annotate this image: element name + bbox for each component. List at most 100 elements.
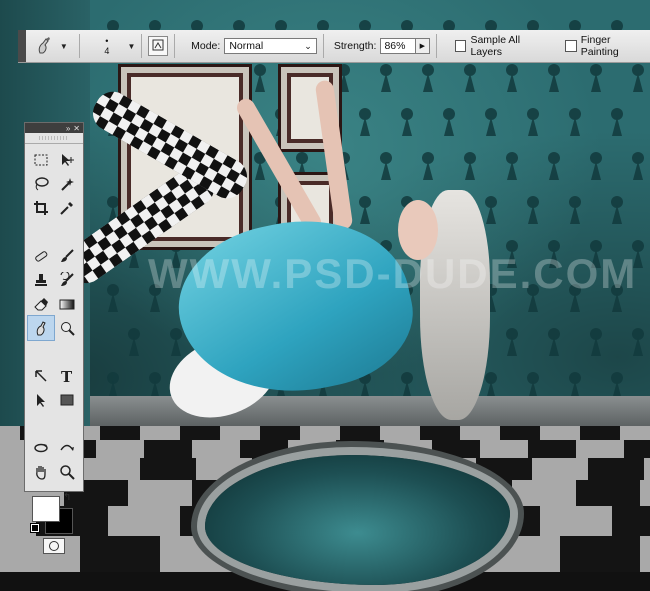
strength-input[interactable]: 86% (380, 38, 416, 54)
tools-panel-grip[interactable] (25, 133, 83, 144)
sample-all-layers-checkbox[interactable]: Sample All Layers (454, 34, 553, 58)
floor-tile (528, 440, 576, 458)
strength-slider-button[interactable]: ▶ (415, 38, 430, 54)
path-selection-tool[interactable] (28, 388, 54, 412)
quick-mask-icon (49, 541, 59, 551)
finger-painting-checkbox[interactable]: Finger Painting (564, 34, 650, 58)
keyhole-icon (462, 64, 478, 92)
mode-select[interactable]: Normal ⌄ (224, 38, 317, 54)
keyhole-icon (378, 64, 394, 92)
floor-tile (540, 506, 612, 536)
pen-tool[interactable] (28, 364, 54, 388)
document-canvas[interactable]: WWW.PSD-DUDE.COM (0, 0, 650, 591)
history-brush-tool[interactable] (54, 268, 80, 292)
finger-painting-label: Finger Painting (580, 34, 619, 58)
keyhole-icon (399, 108, 415, 136)
keyhole-icon (105, 284, 121, 312)
floor-tile (100, 426, 140, 440)
type-tool[interactable]: T (54, 364, 80, 388)
floor-tile (84, 458, 140, 480)
checkbox-box[interactable] (564, 40, 577, 52)
tool-options-bar: ▼ • 4 ▼ Mode: Normal ⌄ Strength: 86% ▶ S… (18, 30, 650, 63)
brush-panel-icon (152, 39, 164, 54)
floor-tile (140, 458, 196, 480)
spot-healing-brush-tool[interactable] (28, 244, 54, 268)
keyhole-icon (567, 196, 583, 224)
move-tool[interactable] (54, 148, 80, 172)
keyhole-icon (462, 152, 478, 180)
floor-tile (108, 506, 180, 536)
tool-preset-picker[interactable]: ▼ (34, 35, 73, 57)
eraser-tool[interactable] (28, 292, 54, 316)
gradient-tool[interactable] (54, 292, 80, 316)
options-bar-grip[interactable] (18, 30, 26, 62)
keyhole-icon (378, 152, 394, 180)
eyedropper-tool[interactable] (54, 196, 80, 220)
foreground-color-swatch[interactable] (32, 496, 60, 522)
keyhole-icon (483, 108, 499, 136)
chevron-down-icon: ▼ (59, 41, 68, 51)
floor-tile (96, 440, 144, 458)
rectangle-tool[interactable] (54, 388, 80, 412)
floor-tile (0, 426, 20, 440)
chevron-down-icon[interactable]: ▼ (128, 42, 136, 51)
sample-all-layers-label: Sample All Layers (470, 34, 521, 58)
brush-panel-toggle-button[interactable] (148, 36, 169, 56)
clone-stamp-tool[interactable] (28, 268, 54, 292)
floor-tile (432, 440, 480, 458)
keyhole-icon (609, 196, 625, 224)
rectangular-marquee-tool[interactable] (28, 148, 54, 172)
lasso-tool[interactable] (28, 172, 54, 196)
floor-tile (612, 506, 650, 536)
smudge-tool[interactable] (27, 315, 55, 341)
magic-wand-tool[interactable] (54, 172, 80, 196)
keyhole-icon (357, 196, 373, 224)
floor-tile (340, 426, 380, 440)
keyhole-icon (357, 108, 373, 136)
floor-tile (500, 426, 540, 440)
floor-tile (476, 458, 532, 480)
floor-tile (480, 440, 528, 458)
floor-tile (588, 458, 644, 480)
hand-tool[interactable] (28, 460, 54, 484)
collapse-icon[interactable]: » (66, 124, 70, 133)
close-icon[interactable]: ✕ (73, 124, 80, 133)
checkbox-box[interactable] (454, 40, 467, 52)
3d-rotate-tool[interactable] (28, 436, 54, 460)
tools-panel-titlebar[interactable]: » ✕ (25, 123, 83, 133)
keyhole-icon (546, 152, 562, 180)
crop-tool[interactable] (28, 196, 54, 220)
svg-text:T: T (61, 368, 73, 384)
floor-tile (220, 426, 260, 440)
floor-tile (624, 440, 650, 458)
floor-tile (620, 426, 650, 440)
smudge-preset-icon (34, 35, 56, 57)
default-colors-icon[interactable] (30, 523, 40, 533)
keyhole-icon (546, 328, 562, 356)
keyhole-icon (441, 108, 457, 136)
floor-tile (640, 536, 650, 572)
brush-tip-icon: • (105, 36, 109, 46)
floor-tile (560, 536, 640, 572)
floor-tile (460, 426, 500, 440)
zoom-tool[interactable] (54, 460, 80, 484)
keyhole-icon (630, 328, 646, 356)
floor-tile (128, 480, 192, 506)
keyhole-icon (504, 152, 520, 180)
floor-tile (580, 426, 620, 440)
floor-tile (240, 440, 288, 458)
floor-tile (540, 426, 580, 440)
dodge-tool[interactable] (54, 316, 80, 340)
brush-tool[interactable] (54, 244, 80, 268)
keyhole-icon (525, 196, 541, 224)
watermark: WWW.PSD-DUDE.COM (148, 250, 638, 297)
keyhole-icon (588, 64, 604, 92)
quick-mask-button[interactable] (43, 538, 65, 554)
keyhole-icon (525, 108, 541, 136)
keyhole-icon (567, 108, 583, 136)
3d-orbit-tool[interactable] (54, 436, 80, 460)
swap-colors-icon[interactable]: ↰ (63, 492, 71, 503)
keyhole-icon (630, 64, 646, 92)
brush-preset-picker[interactable]: • 4 (90, 36, 123, 56)
floor-tile (260, 426, 300, 440)
